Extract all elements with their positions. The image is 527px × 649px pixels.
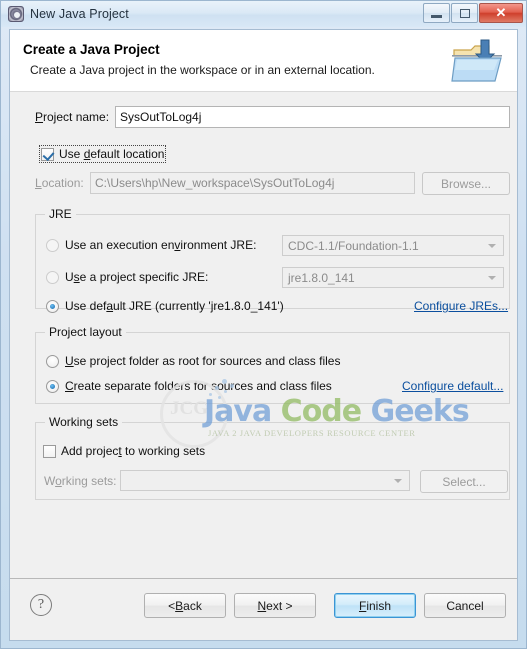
jre-group-title: JRE bbox=[45, 207, 76, 221]
window-title: New Java Project bbox=[30, 7, 129, 21]
jre-option-label: Use default JRE (currently 'jre1.8.0_141… bbox=[65, 299, 284, 313]
project-specific-jre-combo: jre1.8.0_141 bbox=[282, 267, 504, 288]
back-button[interactable]: < Back bbox=[144, 593, 226, 618]
jre-option-project-specific[interactable]: Use a project specific JRE: bbox=[46, 270, 208, 284]
title-bar: New Java Project ✕ bbox=[1, 1, 526, 27]
layout-option-project-folder[interactable]: Use project folder as root for sources a… bbox=[46, 354, 340, 368]
project-specific-jre-value: jre1.8.0_141 bbox=[288, 270, 355, 285]
working-sets-combo bbox=[120, 470, 410, 491]
browse-button: Browse... bbox=[422, 172, 510, 195]
layout-option-label: Create separate folders for sources and … bbox=[65, 379, 332, 393]
select-working-sets-button: Select... bbox=[420, 470, 508, 493]
project-name-value: SysOutToLog4j bbox=[120, 110, 202, 124]
radio-icon bbox=[46, 354, 59, 368]
jre-option-default[interactable]: Use default JRE (currently 'jre1.8.0_141… bbox=[46, 299, 284, 313]
chevron-down-icon bbox=[488, 243, 496, 248]
finish-button[interactable]: Finish bbox=[334, 593, 416, 618]
checkbox-icon bbox=[43, 444, 56, 458]
window-controls: ✕ bbox=[422, 3, 523, 23]
execution-environment-value: CDC-1.1/Foundation-1.1 bbox=[288, 238, 419, 253]
next-button[interactable]: Next > bbox=[234, 593, 316, 618]
page-title: Create a Java Project bbox=[23, 42, 160, 57]
radio-icon bbox=[46, 299, 59, 313]
location-input: C:\Users\hp\New_workspace\SysOutToLog4j bbox=[90, 172, 415, 194]
minimize-icon bbox=[431, 15, 442, 18]
project-name-input[interactable]: SysOutToLog4j bbox=[115, 106, 510, 128]
help-icon[interactable]: ? bbox=[30, 594, 52, 616]
project-layout-group-title: Project layout bbox=[45, 325, 126, 339]
layout-option-label: Use project folder as root for sources a… bbox=[65, 354, 341, 368]
radio-icon bbox=[46, 238, 59, 252]
dialog-footer: ? < Back Next > Finish Cancel bbox=[10, 578, 517, 640]
chevron-down-icon bbox=[488, 275, 496, 280]
use-default-location-checkbox[interactable]: Use default location bbox=[38, 145, 167, 163]
checkbox-icon bbox=[41, 147, 54, 161]
dialog-header: Create a Java Project Create a Java proj… bbox=[10, 30, 517, 92]
project-name-row: PProject name:roject name: bbox=[35, 110, 109, 124]
location-value: C:\Users\hp\New_workspace\SysOutToLog4j bbox=[95, 176, 335, 190]
jre-group: JRE bbox=[35, 207, 510, 309]
working-sets-label: Working sets: bbox=[44, 474, 117, 488]
configure-default-link[interactable]: Configure default... bbox=[402, 379, 503, 393]
radio-icon bbox=[46, 270, 59, 284]
dialog-content: PProject name:roject name: SysOutToLog4j… bbox=[10, 92, 517, 578]
configure-jres-link[interactable]: Configure JREs... bbox=[414, 299, 508, 313]
new-java-project-window: New Java Project ✕ Create a Java Project… bbox=[0, 0, 527, 649]
jre-option-label: Use an execution environment JRE: bbox=[65, 238, 257, 252]
minimize-button[interactable] bbox=[423, 3, 450, 23]
execution-environment-combo: CDC-1.1/Foundation-1.1 bbox=[282, 235, 504, 256]
close-button[interactable]: ✕ bbox=[479, 3, 523, 23]
use-default-location-label: Use default location bbox=[59, 147, 165, 161]
jre-option-label: Use a project specific JRE: bbox=[65, 270, 209, 284]
dialog-panel: Create a Java Project Create a Java proj… bbox=[9, 29, 518, 641]
project-layout-group: Project layout bbox=[35, 325, 510, 404]
cancel-button[interactable]: Cancel bbox=[424, 593, 506, 618]
working-sets-group-title: Working sets bbox=[45, 415, 123, 429]
add-project-to-working-sets-checkbox[interactable]: Add project to working sets bbox=[43, 444, 205, 458]
new-java-project-folder-icon bbox=[451, 39, 502, 82]
location-label: Location: bbox=[35, 176, 84, 190]
java-project-icon bbox=[8, 6, 24, 22]
chevron-down-icon bbox=[394, 478, 402, 483]
add-project-to-working-sets-label: Add project to working sets bbox=[61, 444, 206, 458]
layout-option-separate-folders[interactable]: Create separate folders for sources and … bbox=[46, 379, 332, 393]
maximize-button[interactable] bbox=[451, 3, 478, 23]
project-name-label: PProject name:roject name: bbox=[35, 110, 110, 124]
page-description: Create a Java project in the workspace o… bbox=[30, 63, 375, 77]
jre-option-execution-environment[interactable]: Use an execution environment JRE: bbox=[46, 238, 256, 252]
radio-icon bbox=[46, 379, 59, 393]
maximize-icon bbox=[459, 8, 470, 18]
